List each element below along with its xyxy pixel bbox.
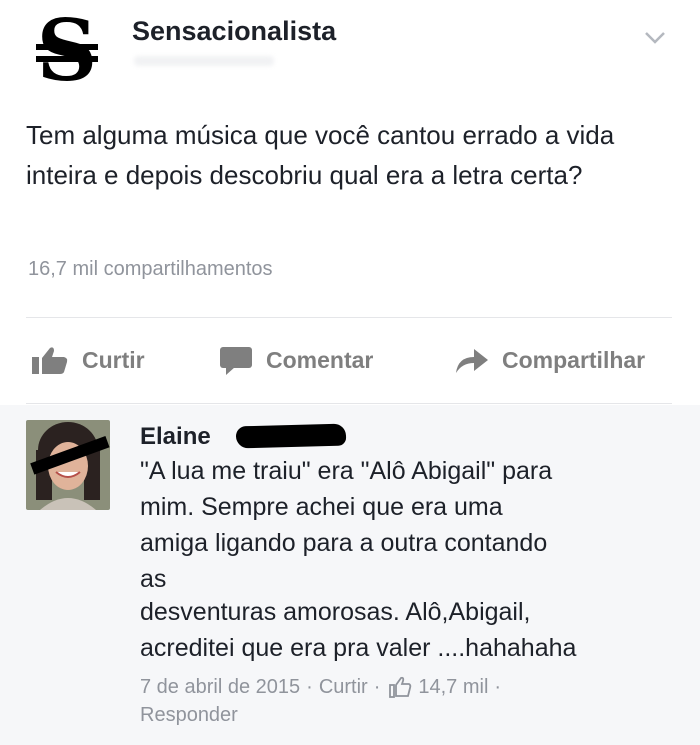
comment-text-line: "A lua me traiu" era "Alô Abigail" para <box>140 457 553 485</box>
facebook-post: S Sensacionalista Tem alguma música que … <box>0 0 700 745</box>
comment-footer: 7 de abril de 2015 · Curtir · 14,7 mil · <box>140 675 507 699</box>
comment-text-line: amiga ligando para a outra contando <box>140 529 548 557</box>
like-label: Curtir <box>82 346 145 373</box>
comment-button[interactable]: Comentar <box>218 338 373 382</box>
reply-link[interactable]: Responder <box>140 704 238 727</box>
page-name[interactable]: Sensacionalista <box>132 16 336 47</box>
separator: · <box>373 675 381 698</box>
sensacionalista-logo[interactable]: S <box>28 14 106 90</box>
comment-bubble-icon <box>220 347 252 375</box>
comment-date[interactable]: 7 de abril de 2015 <box>140 676 300 699</box>
share-arrow-icon <box>456 349 488 373</box>
comment-text-line: acreditei que era pra valer ....hahahaha <box>140 634 577 662</box>
comment-label: Comentar <box>266 346 374 373</box>
post-timestamp-blurred <box>134 56 274 66</box>
divider <box>26 317 672 318</box>
thumbs-up-icon <box>389 676 412 698</box>
avatar[interactable] <box>26 420 110 510</box>
thumbs-up-icon <box>32 347 68 374</box>
separator: · <box>306 675 313 698</box>
post-text: Tem alguma música que você cantou errado… <box>26 120 615 190</box>
like-button[interactable]: Curtir <box>30 338 145 382</box>
comment-text-line: mim. Sempre achei que era uma <box>140 493 503 521</box>
svg-text:S: S <box>37 14 98 90</box>
comment-text-line: desventuras amorosas. Alô,Abigail, <box>140 598 531 626</box>
chevron-down-icon[interactable] <box>640 22 670 52</box>
share-button[interactable]: Compartilhar <box>454 338 645 382</box>
comment-like-count[interactable]: 14,7 mil <box>418 676 488 699</box>
name-redaction <box>235 423 347 449</box>
comment-text-line: as <box>140 565 167 593</box>
share-count[interactable]: 16,7 mil compartilhamentos <box>28 258 273 281</box>
divider <box>26 403 672 404</box>
commenter-name[interactable]: Elaine <box>140 423 211 451</box>
comment-like-link[interactable]: Curtir <box>319 676 368 699</box>
share-label: Compartilhar <box>502 346 646 373</box>
separator: · <box>494 675 502 698</box>
